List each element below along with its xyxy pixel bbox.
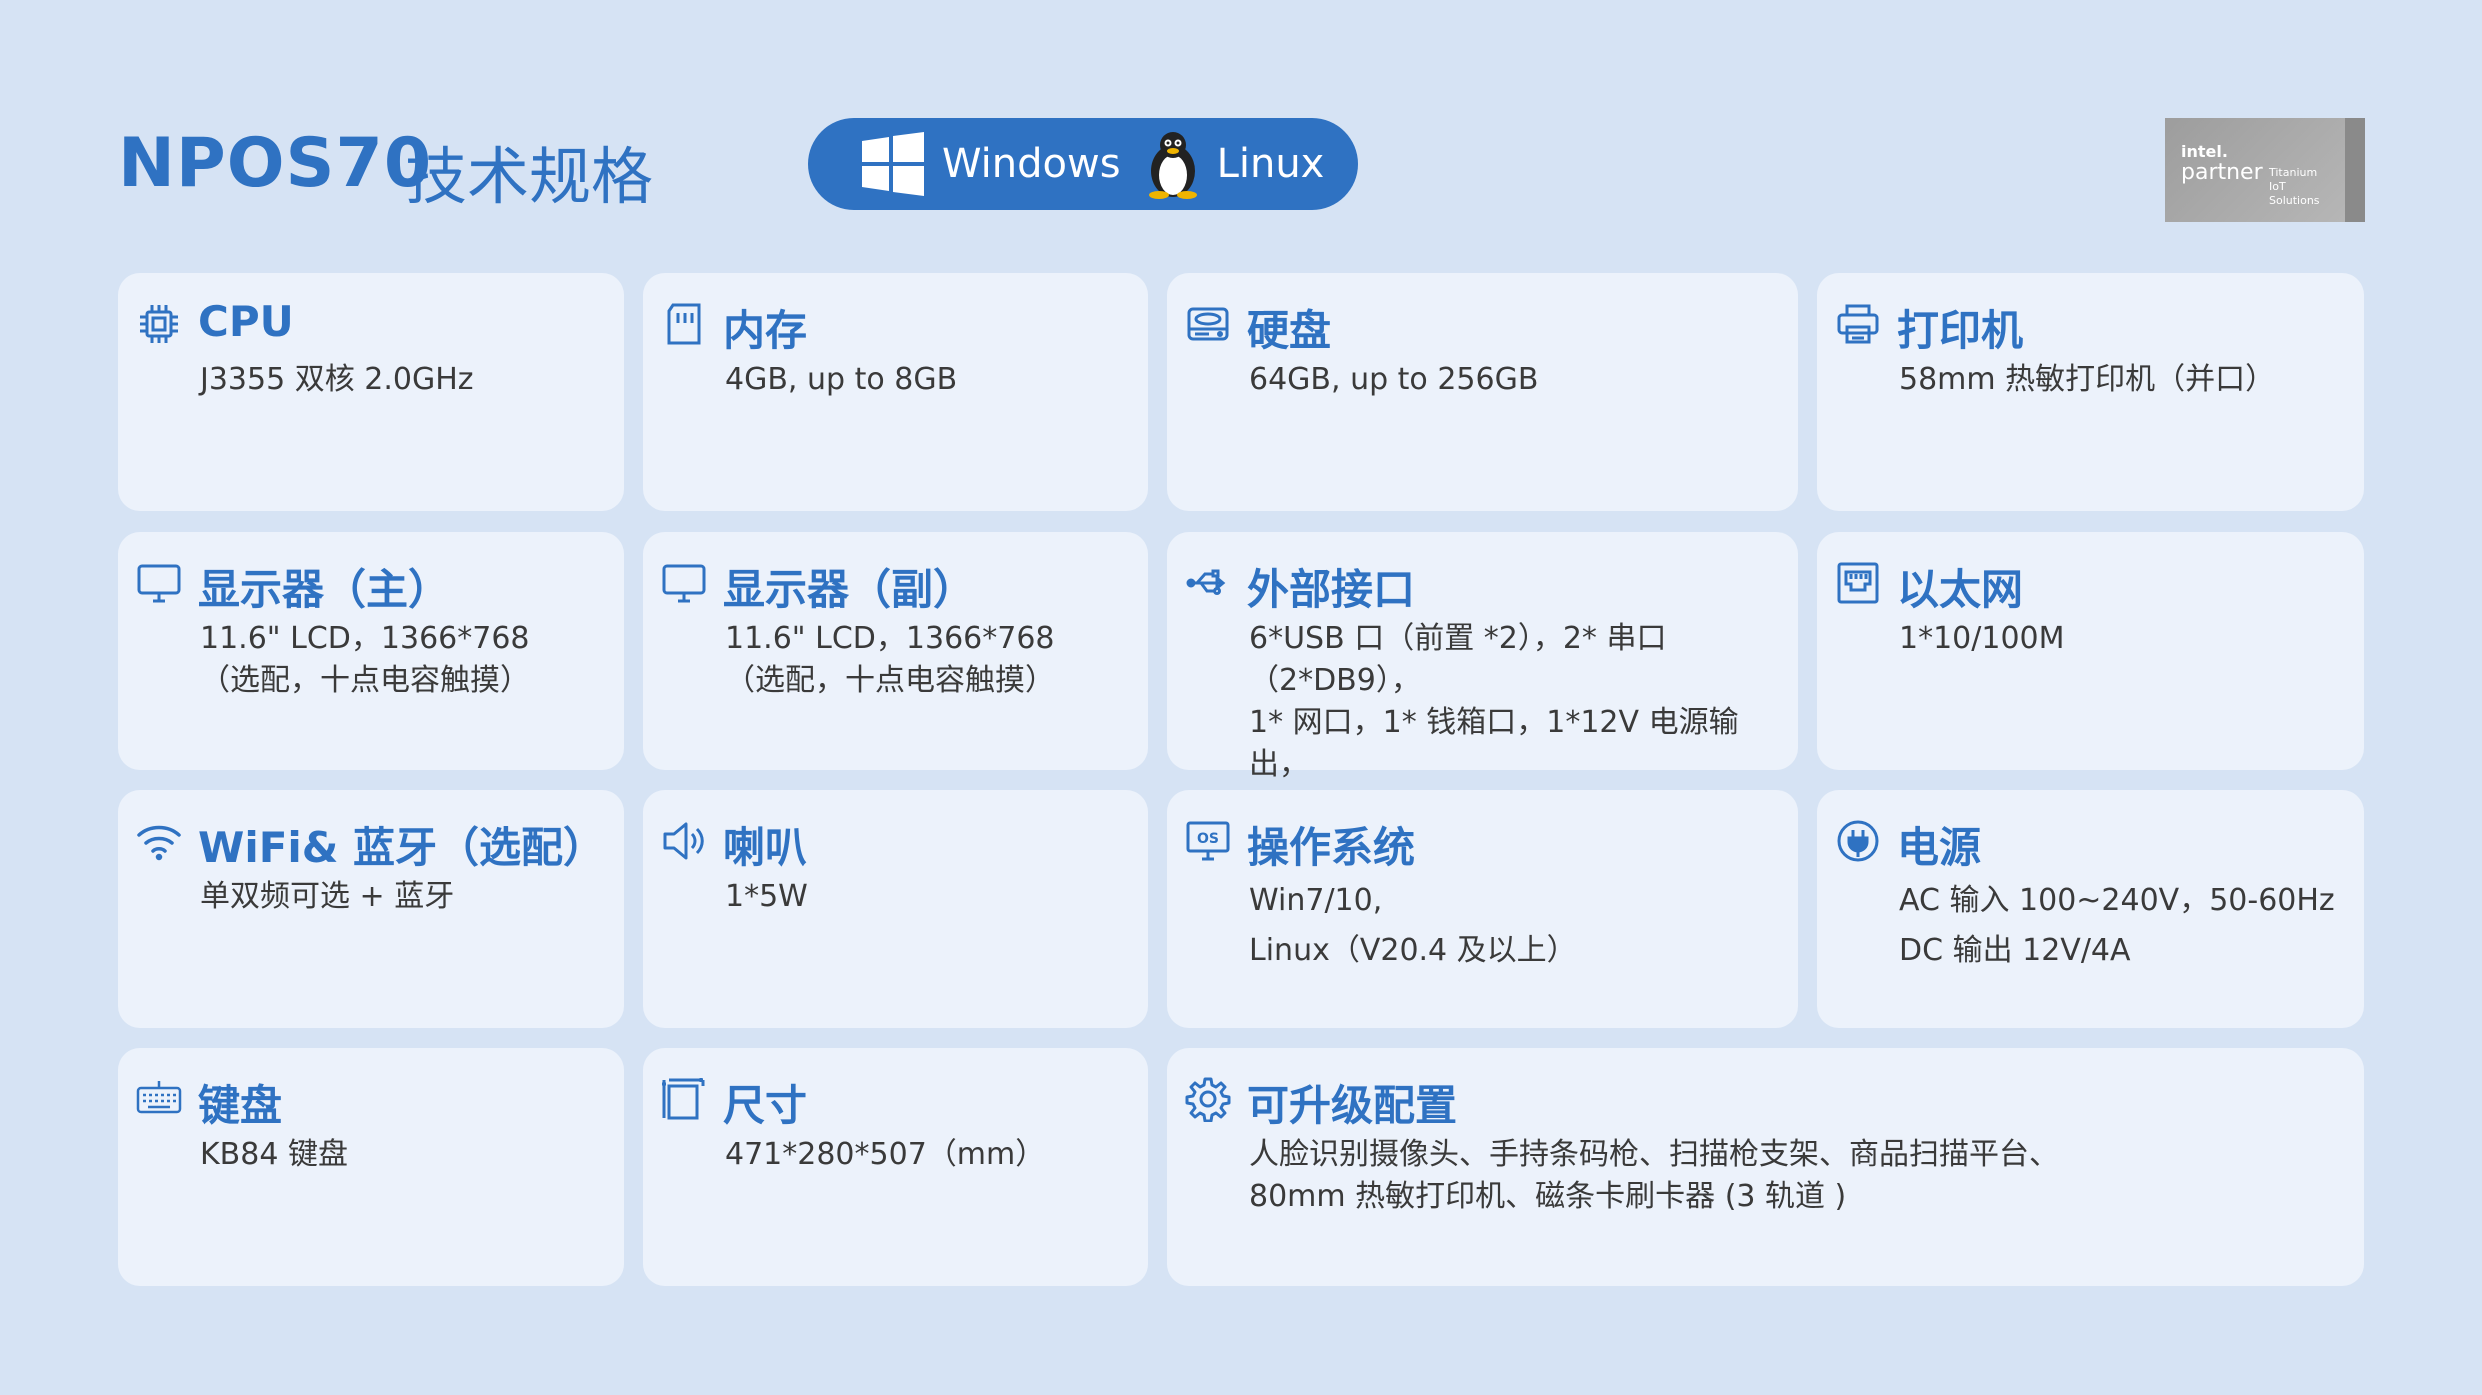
spec-card-size: 尺寸 471*280*507（mm） [643,1048,1148,1286]
spec-value: 58mm 热敏打印机（并口） [1899,362,2276,397]
spec-card-power: 电源 AC 输入 100~240V，50-60Hz DC 输出 12V/4A [1817,790,2364,1028]
spec-value: AC 输入 100~240V，50-60Hz DC 输出 12V/4A [1899,883,2335,968]
spec-value: 1*5W [725,879,808,914]
os-support-badge: Windows Linux [808,118,1358,210]
keyboard-icon [136,1076,182,1122]
power-plug-icon [1835,818,1881,864]
spec-card-memory: 内存 4GB, up to 8GB [643,273,1148,511]
partner-tier-text: Titanium IoT Solutions [2269,166,2320,207]
spec-title: 以太网 [1897,565,2024,614]
spec-card-os: OS 操作系统 Win7/10, Linux（V20.4 及以上） [1167,790,1798,1028]
spec-value: 人脸识别摄像头、手持条码枪、扫描枪支架、商品扫描平台、 80mm 热敏打印机、磁… [1249,1137,2059,1214]
spec-value: 64GB, up to 256GB [1249,362,1539,397]
spec-title: 可升级配置 [1247,1081,1458,1130]
speaker-icon [661,818,707,864]
spec-card-cpu: CPU J3355 双核 2.0GHz [118,273,624,511]
page-title: 技术规格 [405,140,654,213]
spec-value: 单双频可选 + 蓝牙 [200,879,455,914]
spec-card-printer: 打印机 58mm 热敏打印机（并口） [1817,273,2364,511]
spec-title: 显示器（副） [723,565,976,614]
spec-card-ethernet: 以太网 1*10/100M [1817,532,2364,770]
spec-title: 外部接口 [1247,565,1416,614]
spec-value: Win7/10, Linux（V20.4 及以上） [1249,883,1577,968]
printer-icon [1835,301,1881,347]
spec-title: 尺寸 [723,1081,808,1130]
spec-value: 11.6" LCD，1366*768 （选配，十点电容触摸） [200,621,530,698]
spec-value: 11.6" LCD，1366*768 （选配，十点电容触摸） [725,621,1055,698]
hard-disk-icon [1185,301,1231,347]
monitor-icon [136,560,182,606]
badge-stripe [2345,118,2365,222]
intel-partner-logo: intel. partner Titanium IoT Solutions [2165,118,2365,222]
spec-card-upgrade: 可升级配置 人脸识别摄像头、手持条码枪、扫描枪支架、商品扫描平台、 80mm 热… [1167,1048,2364,1286]
spec-value: J3355 双核 2.0GHz [200,362,474,397]
memory-card-icon [661,301,707,347]
spec-title: 显示器（主） [198,565,451,614]
linux-label: Linux [1216,141,1325,187]
spec-title: 打印机 [1897,306,2024,355]
dimension-icon [661,1076,707,1122]
cpu-icon [136,301,182,347]
model-name: NPOS70 [118,124,433,203]
spec-card-display-sub: 显示器（副） 11.6" LCD，1366*768 （选配，十点电容触摸） [643,532,1148,770]
windows-label: Windows [942,141,1121,187]
spec-title: 操作系统 [1247,823,1416,872]
spec-title: 电源 [1897,823,1982,872]
spec-value: 471*280*507（mm） [725,1137,1046,1172]
linux-tux-icon [1148,132,1197,199]
spec-card-disk: 硬盘 64GB, up to 256GB [1167,273,1798,511]
usb-icon [1185,560,1231,606]
svg-text:OS: OS [1197,831,1219,847]
spec-title: WiFi& 蓝牙（选配） [198,823,606,872]
spec-card-keyboard: 键盘 KB84 键盘 [118,1048,624,1286]
ethernet-port-icon [1835,560,1881,606]
spec-card-display-main: 显示器（主） 11.6" LCD，1366*768 （选配，十点电容触摸） [118,532,624,770]
spec-title: 键盘 [198,1081,283,1130]
spec-card-ports: 外部接口 6*USB 口（前置 *2），2* 串口（2*DB9）， 1* 网口，… [1167,532,1798,824]
partner-wordmark: partner [2181,160,2263,185]
os-monitor-icon: OS [1185,818,1231,864]
spec-title: CPU [198,297,294,346]
spec-title: 内存 [723,306,808,355]
spec-value: KB84 键盘 [200,1137,348,1172]
spec-title: 硬盘 [1247,306,1332,355]
spec-title: 喇叭 [723,823,808,872]
spec-card-wifi: WiFi& 蓝牙（选配） 单双频可选 + 蓝牙 [118,790,624,1028]
windows-logo-icon [862,132,924,196]
monitor-icon [661,560,707,606]
wifi-icon [136,818,182,864]
gear-icon [1185,1076,1231,1123]
intel-wordmark: intel. [2181,142,2228,161]
spec-value: 1*10/100M [1899,621,2065,656]
spec-card-speaker: 喇叭 1*5W [643,790,1148,1028]
spec-value: 4GB, up to 8GB [725,362,958,397]
